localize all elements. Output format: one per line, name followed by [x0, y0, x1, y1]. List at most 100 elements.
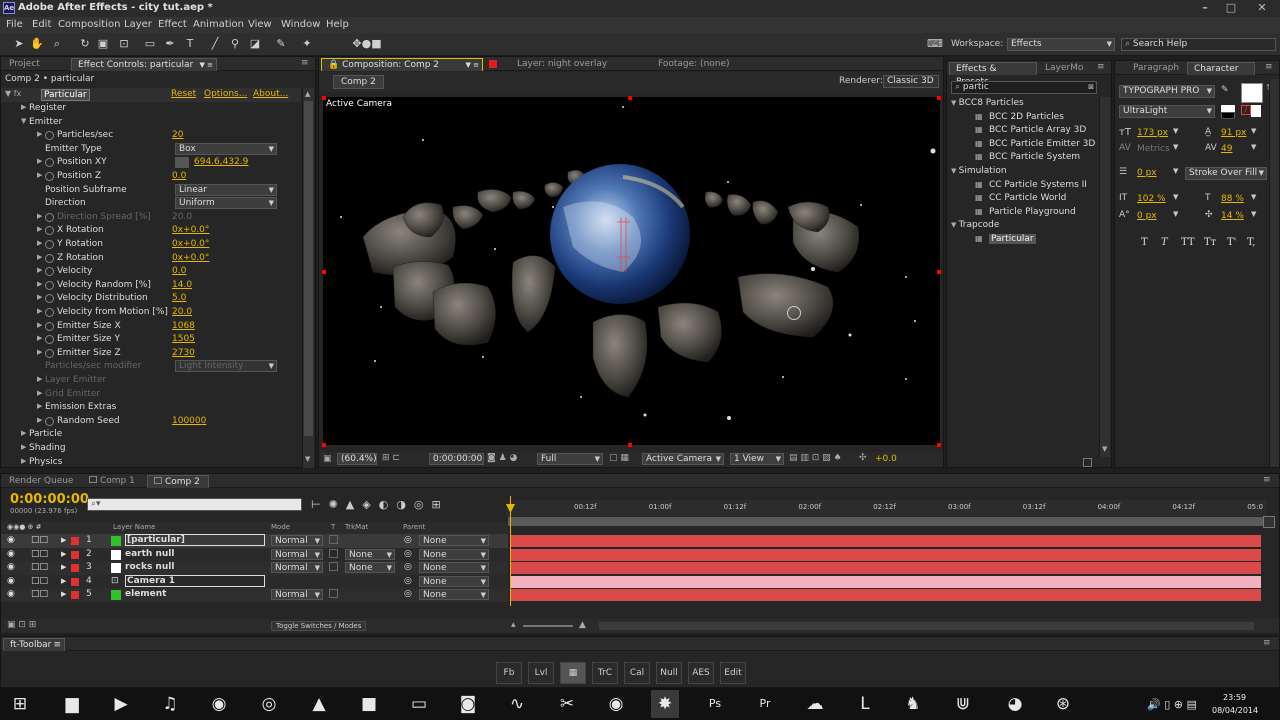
disclosure-triangle-icon[interactable]: ▶ [37, 225, 42, 233]
black-swatch[interactable] [1221, 112, 1235, 119]
effect-property-row[interactable]: ▶ Emitter Size Y 1505 [5, 333, 297, 347]
goat-app-icon[interactable]: ♞ [899, 690, 927, 718]
close-button[interactable]: ✕ [1245, 0, 1279, 15]
effect-property-value[interactable]: 0x+0.0° [172, 239, 209, 249]
font-size-value[interactable]: 173 px [1137, 128, 1168, 138]
new-preset-icon[interactable] [1083, 458, 1092, 467]
layer-duration-bar[interactable] [511, 575, 1261, 588]
zoom-in-icon[interactable]: ▲ [579, 620, 586, 630]
effect-property-row[interactable]: ▶ Particle [5, 428, 297, 442]
zoom-tool-icon[interactable]: ⌕ [50, 37, 64, 51]
workspace-dropdown[interactable]: Effects ▼ [1007, 38, 1115, 51]
white-swatch[interactable] [1221, 105, 1235, 112]
effect-property-row[interactable]: ▶ Emission Extras [5, 401, 297, 415]
camera-app-icon[interactable]: ◙ [454, 690, 482, 718]
timeline-search-input[interactable]: ⌕▾ [87, 498, 302, 511]
panel-menu-icon[interactable]: ≡ [1097, 62, 1105, 72]
all-caps-button[interactable]: TT [1181, 237, 1195, 248]
premiere-taskbar-icon[interactable]: Pr [751, 690, 779, 718]
browser-icon[interactable]: ◉ [205, 690, 233, 718]
stopwatch-icon[interactable] [45, 308, 54, 317]
effect-item[interactable]: ▦ Particular [947, 233, 1092, 247]
renderer-dropdown[interactable]: Classic 3D [883, 75, 939, 88]
effect-item[interactable]: ▦ BCC Particle System [947, 151, 1092, 165]
small-caps-button[interactable]: Tт [1204, 237, 1216, 248]
leading-value[interactable]: 91 px [1221, 128, 1246, 138]
stopwatch-icon[interactable] [45, 253, 54, 263]
horizontal-scale-value[interactable]: 88 % [1221, 194, 1244, 204]
pick-whip-icon[interactable]: ◎ [404, 576, 412, 586]
cloud-app-icon[interactable]: ☁ [801, 690, 829, 718]
tab-layer-monitor[interactable]: LayerMo [1039, 62, 1089, 75]
file-explorer-icon[interactable]: ▆ [58, 690, 86, 718]
no-stroke-icon[interactable]: / [1241, 105, 1251, 115]
disclosure-triangle-icon[interactable]: ▶ [37, 171, 42, 179]
ft-null-button[interactable]: Null [656, 662, 682, 684]
effects-category[interactable]: ▼ Simulation [947, 165, 1092, 179]
stopwatch-icon[interactable] [45, 212, 54, 222]
baseline-shift-value[interactable]: 0 px [1137, 211, 1157, 221]
effect-property-dropdown[interactable]: Linear ▼ [175, 183, 277, 196]
pick-whip-icon[interactable]: ◎ [404, 589, 412, 599]
hand-tool-icon[interactable]: ✋ [30, 37, 44, 51]
parent-dropdown[interactable]: None ▼ [419, 589, 489, 601]
reset-link[interactable]: Reset [171, 89, 196, 99]
after-effects-taskbar-icon[interactable]: ✸ [651, 690, 679, 718]
disclosure-triangle-icon[interactable]: ▶ [37, 348, 42, 356]
preserve-transparency-toggle[interactable] [329, 535, 338, 547]
puppet-pin-tool-icon[interactable]: ✦ [300, 37, 314, 51]
clone-stamp-tool-icon[interactable]: ⚲ [228, 37, 242, 51]
panel-menu-icon[interactable]: ≡ [1263, 638, 1271, 648]
disclosure-triangle-icon[interactable]: ▶ [37, 266, 42, 274]
effect-property-row[interactable]: ▶ Grid Emitter [5, 388, 297, 402]
tab-ft-toolbar[interactable]: ft-Toolbar ≡ [3, 638, 65, 651]
stopwatch-icon[interactable] [45, 240, 54, 249]
effect-item[interactable]: ▦ Particle Playground [947, 206, 1092, 220]
always-preview-icon[interactable]: ▣ [323, 454, 332, 464]
eraser-tool-icon[interactable]: ◪ [248, 37, 262, 51]
timeline-switch-icons[interactable]: ⊢✺▲◈◐◑◎⊞ [311, 498, 449, 511]
media-player-icon[interactable]: ▶ [107, 690, 135, 718]
expand-layer-icon[interactable]: ▶ [61, 576, 66, 586]
disc-app-icon[interactable]: ◉ [602, 690, 630, 718]
effect-property-value[interactable]: 100000 [172, 416, 206, 426]
subscript-button[interactable]: T, [1247, 237, 1255, 248]
disclosure-triangle-icon[interactable]: ▶ [21, 103, 26, 111]
tab-comp-1[interactable]: Comp 1 [83, 475, 141, 488]
panel-menu-icon[interactable]: ≡ [1263, 475, 1271, 485]
effects-search-input[interactable]: ⌕ partic ⊠ [951, 81, 1097, 94]
effect-property-row[interactable]: Position Subframe Linear ▼ [5, 183, 297, 198]
pan-behind-tool-icon[interactable]: ⊡ [117, 37, 131, 51]
ft-fb-button[interactable]: Fb [496, 662, 522, 684]
clock-time[interactable]: 23:59 [1223, 693, 1246, 702]
disclosure-triangle-icon[interactable]: ▶ [37, 334, 42, 342]
parent-dropdown[interactable]: None ▼ [419, 535, 489, 546]
comp-button-icon[interactable] [1263, 516, 1275, 528]
effect-property-value[interactable]: 0x+0.0° [172, 225, 209, 235]
tab-render-queue[interactable]: Render Queue [3, 475, 79, 488]
rotate-tool-icon[interactable]: ↻ [78, 37, 92, 51]
stopwatch-icon[interactable] [45, 280, 54, 290]
composition-viewer[interactable]: Active Camera [323, 97, 940, 445]
lock-shy-switch-icons[interactable]: □□ [31, 535, 48, 545]
snapshot-icon[interactable]: ◙ ♟ ◕ [487, 453, 517, 463]
disclosure-triangle-icon[interactable]: ▶ [37, 402, 42, 410]
studio-app-icon[interactable]: ⋓ [949, 690, 977, 718]
effect-property-value[interactable]: 0.0 [172, 266, 186, 276]
effect-property-value[interactable]: 5.0 [172, 293, 186, 303]
search-help-field[interactable]: ⌕ Search Help [1121, 38, 1276, 51]
pick-whip-icon[interactable]: ◎ [404, 562, 412, 572]
table-row[interactable]: ◉ □□ ▶ 5 element Normal ▼ ◎ None ▼ [1, 588, 508, 602]
tab-comp-2[interactable]: Comp 2 [147, 475, 209, 488]
lock-shy-switch-icons[interactable]: □□ [31, 562, 48, 572]
tab-character[interactable]: Character [1187, 62, 1255, 75]
effect-property-value[interactable]: 1505 [172, 334, 195, 344]
table-row[interactable]: ◉ □□ ▶ 4 ⊡ Camera 1 ◎ None ▼ [1, 574, 508, 589]
visibility-eye-icon[interactable]: ◉ [7, 576, 15, 586]
tab-effect-controls[interactable]: Effect Controls: particular ▼ ≡ [71, 58, 217, 71]
stroke-width-value[interactable]: 0 px [1137, 168, 1157, 178]
effect-property-row[interactable]: ▶ Y Rotation 0x+0.0° [5, 238, 297, 252]
effect-property-row[interactable]: ▶ Layer Emitter [5, 374, 297, 388]
stopwatch-icon[interactable] [45, 335, 54, 345]
effect-property-row[interactable]: ▶ Register [5, 102, 297, 116]
